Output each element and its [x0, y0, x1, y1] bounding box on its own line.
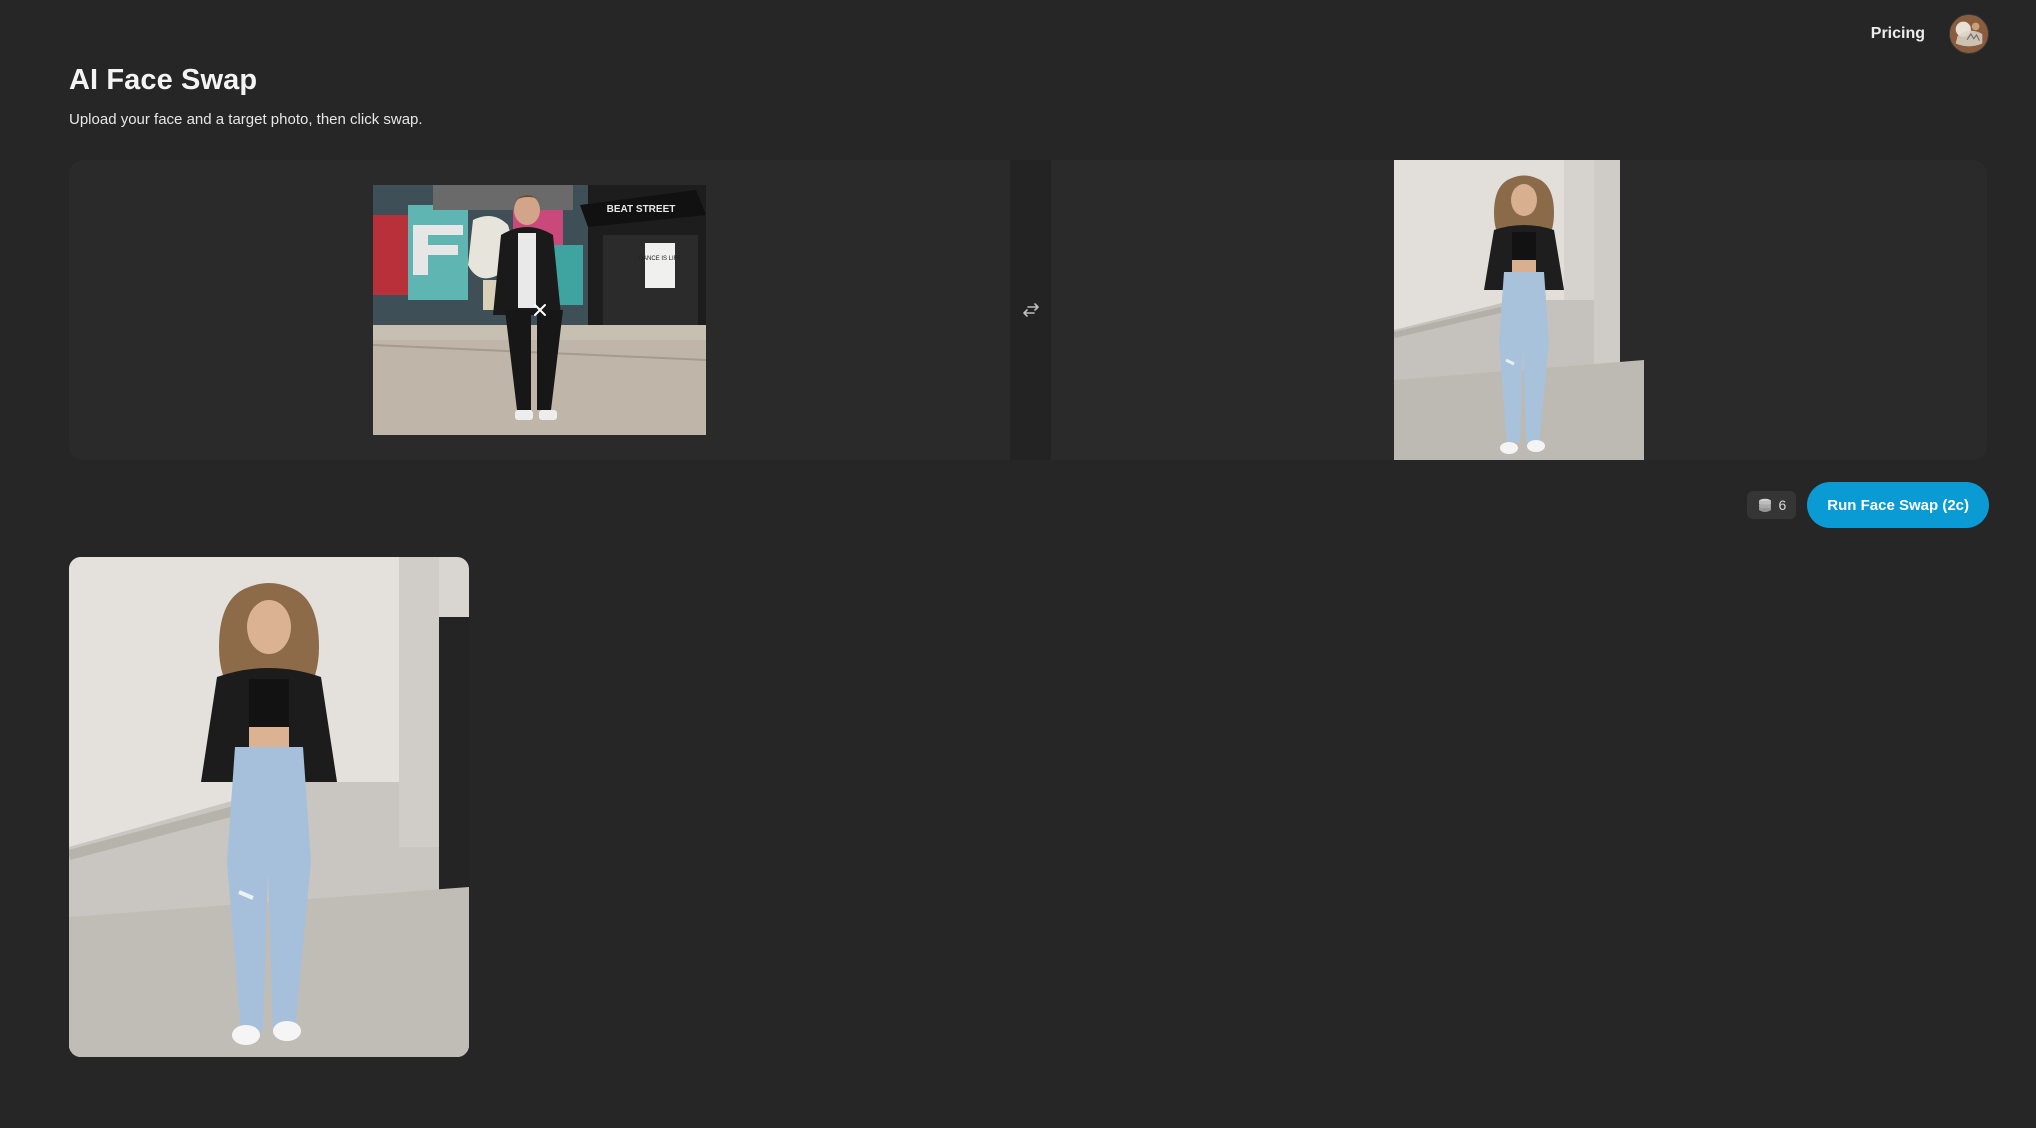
storefront-sign-text: BEAT STREET: [607, 204, 676, 215]
pricing-link[interactable]: Pricing: [1871, 25, 1925, 43]
avatar[interactable]: [1949, 14, 1989, 54]
poster-text: DANCE IS LIFE: [639, 256, 682, 262]
face-upload-slot[interactable]: BEAT STREET DANCE IS LIFE: [69, 160, 1010, 460]
coins-stack-icon: [1758, 498, 1771, 512]
credits-count: 6: [1778, 497, 1787, 513]
action-row: 6 Run Face Swap (2c): [1746, 482, 1989, 528]
top-nav: Pricing: [1871, 14, 1989, 54]
credits-badge: 6: [1746, 491, 1797, 519]
face-photo: BEAT STREET DANCE IS LIFE: [373, 185, 706, 435]
target-upload-slot[interactable]: [1051, 160, 1987, 460]
page-title: AI Face Swap: [69, 64, 258, 96]
avatar-image: [1950, 15, 1988, 53]
face-swap-page: Pricing AI Face Swap Upload your face an…: [0, 0, 2036, 1128]
page-subtitle: Upload your face and a target photo, the…: [69, 111, 423, 128]
close-icon: [533, 304, 546, 316]
target-photo-image: [1394, 160, 1644, 460]
result-image[interactable]: [69, 557, 469, 1057]
swap-images-button[interactable]: [1010, 160, 1051, 460]
target-photo: [1394, 160, 1644, 460]
swap-arrows-icon: [1022, 303, 1039, 317]
result-photo-image: [69, 557, 469, 1057]
upload-panel: BEAT STREET DANCE IS LIFE: [69, 160, 1987, 460]
remove-face-button[interactable]: [530, 300, 550, 320]
run-face-swap-button[interactable]: Run Face Swap (2c): [1807, 482, 1989, 528]
